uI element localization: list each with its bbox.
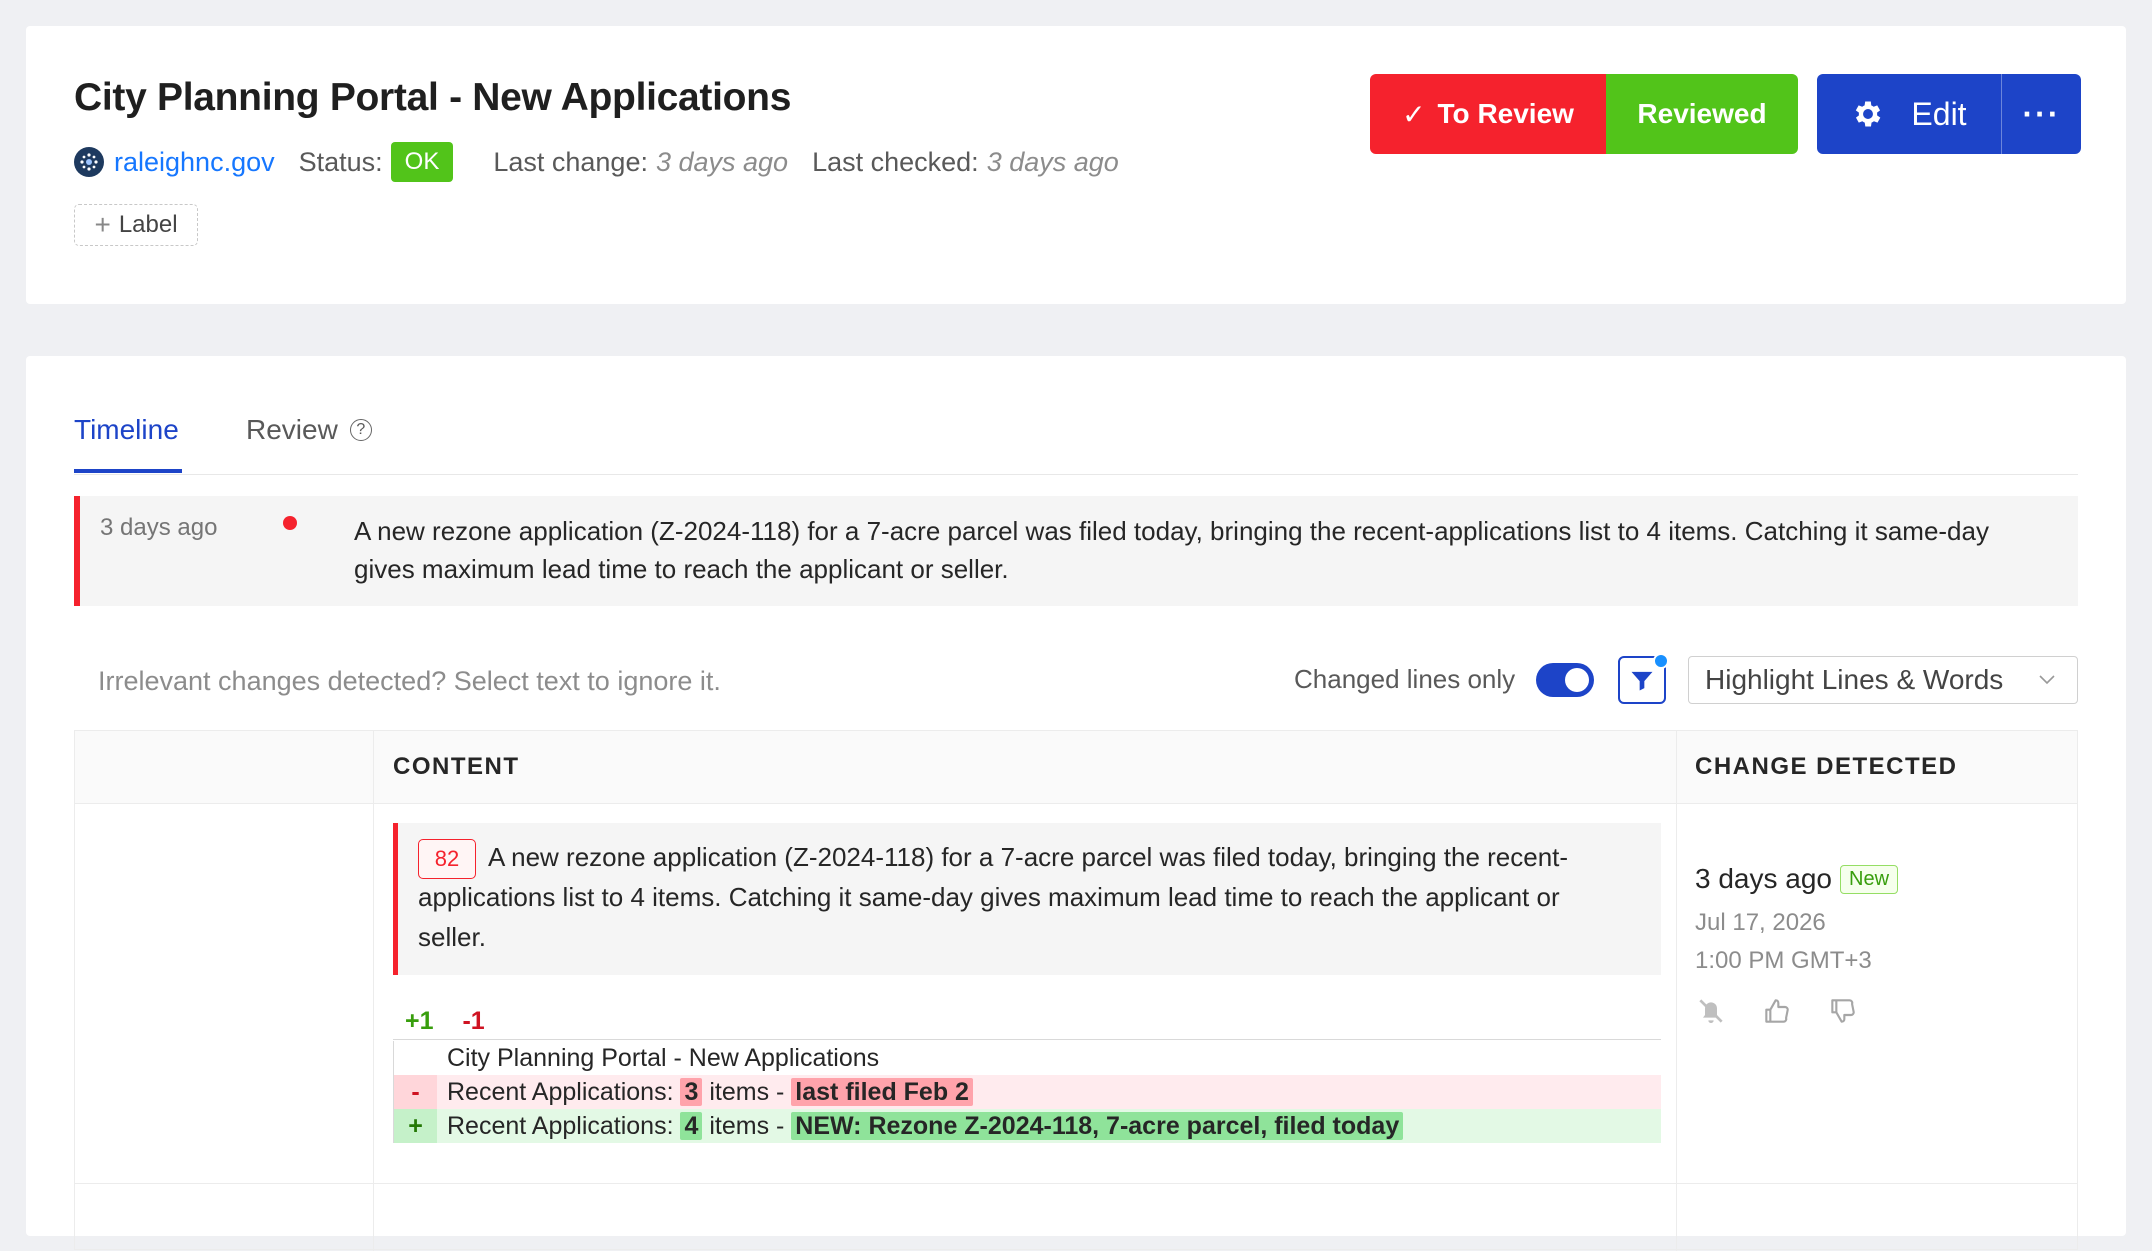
highlight-mode-select[interactable]: Highlight Lines & Words — [1688, 656, 2078, 704]
diff-gutter: - — [393, 1075, 437, 1109]
column-divider — [373, 731, 374, 1251]
filter-button[interactable] — [1618, 653, 1669, 704]
chevron-down-icon — [2039, 675, 2055, 685]
status-badge: OK — [390, 142, 454, 182]
summary-time: 3 days ago — [100, 514, 218, 541]
review-state-toggle: ✓ To Review Reviewed — [1370, 74, 1798, 154]
removed-count: -1 — [462, 1007, 485, 1035]
add-label-button[interactable]: + Label — [74, 204, 198, 246]
page-title: City Planning Portal - New Applications — [74, 76, 792, 119]
diff-prefix: Recent Applications: — [447, 1112, 681, 1140]
diff-view: City Planning Portal - New Applications … — [393, 1041, 1661, 1143]
timeline-card: Timeline Review ? 3 days ago A new rezon… — [26, 356, 2126, 1251]
header-change-detected: CHANGE DETECTED — [1695, 753, 1958, 780]
column-divider — [1676, 731, 1677, 1251]
tab-review-label: Review — [246, 414, 338, 445]
diff-text: Recent Applications: 3 items - last file… — [437, 1075, 973, 1109]
filter-icon — [1631, 671, 1653, 691]
filter-active-dot — [1653, 653, 1669, 669]
help-circle-icon[interactable]: ? — [349, 419, 372, 441]
diff-line-added: + Recent Applications: 4 items - NEW: Re… — [393, 1109, 1661, 1143]
diff-gutter — [393, 1041, 437, 1075]
unread-dot — [283, 516, 297, 530]
edit-button[interactable]: Edit — [1817, 74, 2002, 154]
new-badge: New — [1840, 864, 1899, 894]
thumbs-down-icon[interactable] — [1827, 995, 1859, 1027]
tab-bar: Timeline Review ? — [74, 384, 2078, 475]
last-change-label: Last change: — [493, 146, 648, 177]
highlight-mode-value: Highlight Lines & Words — [1705, 664, 2004, 695]
diff-mid: items - — [702, 1078, 792, 1106]
content-summary: 82 A new rezone application (Z-2024-118)… — [393, 823, 1661, 975]
status-label: Status: — [298, 146, 383, 177]
last-checked-label: Last checked: — [812, 146, 979, 177]
header-content: CONTENT — [393, 753, 520, 780]
added-count: +1 — [405, 1007, 434, 1035]
diff-prefix: Recent Applications: — [447, 1078, 681, 1106]
tab-timeline[interactable]: Timeline — [74, 414, 179, 446]
plus-icon: + — [94, 209, 111, 240]
diff-gutter: + — [393, 1109, 437, 1143]
diff-word-added: 4 — [680, 1112, 703, 1140]
check-icon: ✓ — [1402, 98, 1426, 130]
feedback-actions — [1695, 995, 1859, 1027]
detected-ago: 3 days ago New — [1695, 863, 1899, 895]
diff-counts: +1 -1 — [405, 1007, 485, 1036]
reviewed-button[interactable]: Reviewed — [1606, 74, 1798, 154]
edit-label: Edit — [1911, 95, 1967, 132]
diff-text: City Planning Portal - New Applications — [447, 1044, 880, 1072]
diff-line-removed: - Recent Applications: 3 items - last fi… — [393, 1075, 1661, 1109]
diff-word-added: NEW: Rezone Z-2024-118, 7-acre parcel, f… — [791, 1112, 1404, 1140]
edit-button-group: Edit ··· — [1817, 74, 2081, 154]
diff-word-removed: 3 — [680, 1078, 703, 1106]
diff-mid: items - — [702, 1112, 792, 1140]
site-link[interactable]: raleighnc.gov — [114, 147, 275, 178]
row-divider — [75, 1183, 2077, 1184]
changed-lines-toggle[interactable] — [1536, 663, 1594, 697]
active-tab-indicator — [74, 469, 182, 473]
diff-word-removed: last filed Feb 2 — [791, 1078, 973, 1106]
detected-time: 1:00 PM GMT+3 — [1695, 947, 1872, 974]
to-review-button[interactable]: ✓ To Review — [1370, 74, 1606, 154]
add-label-text: Label — [118, 211, 178, 238]
ignore-hint: Irrelevant changes detected? Select text… — [98, 666, 721, 696]
summary-text: A new rezone application (Z-2024-118) fo… — [354, 516, 1989, 584]
tab-review[interactable]: Review ? — [246, 414, 372, 446]
change-summary: 3 days ago A new rezone application (Z-2… — [74, 496, 2078, 606]
last-change-value: 3 days ago — [655, 146, 789, 177]
diff-line-context: City Planning Portal - New Applications — [393, 1041, 1661, 1075]
diff-divider — [393, 1039, 1661, 1040]
last-checked-value: 3 days ago — [986, 146, 1119, 177]
reviewed-label: Reviewed — [1637, 98, 1767, 129]
thumbs-up-icon[interactable] — [1761, 995, 1793, 1027]
site-favicon-icon — [74, 147, 104, 177]
to-review-label: To Review — [1437, 98, 1574, 129]
toggle-knob — [1565, 668, 1589, 692]
detected-ago-text: 3 days ago — [1695, 863, 1832, 894]
more-options-button[interactable]: ··· — [2002, 74, 2081, 154]
gear-icon — [1856, 101, 1881, 127]
changed-lines-label: Changed lines only — [1294, 664, 1516, 694]
changes-table: CONTENT CHANGE DETECTED 82 A new rezone … — [74, 730, 2078, 1251]
monitor-header-card: City Planning Portal - New Applications … — [26, 26, 2126, 304]
monitor-meta-row: raleighnc.gov Status: OK Last change: 3 … — [74, 138, 1143, 186]
bell-off-icon[interactable] — [1695, 995, 1727, 1027]
content-text: A new rezone application (Z-2024-118) fo… — [418, 842, 1569, 952]
detected-date: Jul 17, 2026 — [1695, 909, 1826, 936]
diff-text: Recent Applications: 4 items - NEW: Rezo… — [437, 1109, 1404, 1143]
